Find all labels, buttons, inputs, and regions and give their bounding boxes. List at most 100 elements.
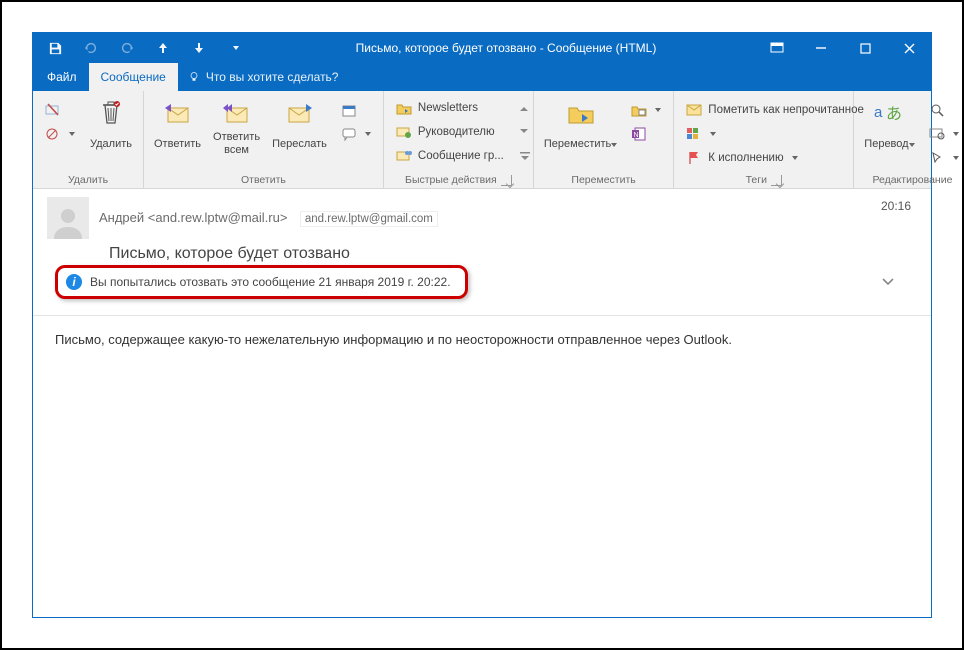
im-icon (341, 126, 357, 142)
envelope-closed-icon (686, 102, 702, 118)
svg-text:N: N (634, 132, 639, 139)
meeting-reply-button[interactable] (335, 99, 377, 121)
delete-icon (95, 97, 127, 129)
recall-info-bar: i Вы попытались отозвать это сообщение 2… (55, 265, 468, 299)
related-button[interactable] (923, 123, 964, 145)
group-tags: Пометить как непрочитанное К исполнению … (674, 91, 854, 188)
message-body: Письмо, содержащее какую-то нежелательну… (33, 316, 931, 617)
categorize-button[interactable] (680, 123, 870, 145)
group-respond-label: Ответить (150, 172, 377, 188)
ribbon-display-options-icon[interactable] (755, 33, 799, 63)
ribbon: Удалить Удалить Ответить Ответить всем (33, 91, 931, 189)
quick-steps-up[interactable] (514, 97, 536, 119)
group-editing-label: Редактирование (860, 172, 964, 188)
move-button[interactable]: Переместить (540, 95, 621, 157)
forward-label: Переслать (272, 131, 327, 157)
group-quick-steps: Newsletters Руководителю Сообщение гр...… (384, 91, 534, 188)
ignore-button[interactable] (39, 99, 81, 121)
quick-step-newsletters[interactable]: Newsletters (390, 97, 510, 119)
tab-message[interactable]: Сообщение (89, 63, 178, 91)
delete-label: Удалить (90, 131, 132, 157)
categorize-icon (686, 126, 702, 142)
reply-all-button[interactable]: Ответить всем (209, 95, 264, 157)
delete-button[interactable]: Удалить (85, 95, 137, 157)
titlebar: Письмо, которое будет отозвано - Сообщен… (33, 33, 931, 63)
prev-item-icon[interactable] (149, 34, 177, 62)
select-icon (929, 150, 945, 166)
recall-info-text: Вы попытались отозвать это сообщение 21 … (90, 275, 451, 289)
find-icon (929, 102, 945, 118)
message-body-text: Письмо, содержащее какую-то нежелательну… (55, 332, 732, 347)
to-manager-icon (396, 124, 412, 140)
forward-button[interactable]: Переслать (268, 95, 331, 157)
group-tags-label: Теги (680, 172, 847, 188)
reply-all-icon (221, 97, 253, 129)
redo-icon (113, 34, 141, 62)
group-delete-label: Удалить (39, 172, 137, 188)
translate-icon: aあ (873, 97, 905, 129)
tab-file[interactable]: Файл (33, 63, 89, 91)
quick-steps-down[interactable] (514, 121, 536, 143)
tell-me-search[interactable]: Что вы хотите сделать? (178, 63, 349, 91)
undo-icon (77, 34, 105, 62)
next-item-icon[interactable] (185, 34, 213, 62)
onenote-icon: N (631, 126, 647, 142)
group-quick-steps-label: Быстрые действия (390, 172, 527, 188)
group-delete: Удалить Удалить (33, 91, 144, 188)
subject-field: Письмо, которое будет отозвано (109, 245, 917, 263)
reply-all-label: Ответить всем (213, 131, 260, 157)
ignore-icon (45, 102, 61, 118)
translate-button[interactable]: aあ Перевод (860, 95, 918, 157)
to-field: and.rew.lptw@gmail.com (300, 211, 438, 227)
lightbulb-icon (188, 71, 200, 83)
group-move: Переместить N Переместить (534, 91, 674, 188)
svg-text:あ: あ (886, 105, 902, 123)
related-icon (929, 126, 945, 142)
more-respond-button[interactable] (335, 123, 377, 145)
maximize-button[interactable] (843, 33, 887, 63)
from-field: Андрей <and.rew.lptw@mail.ru> (99, 210, 287, 225)
svg-text:a: a (874, 104, 883, 121)
mark-unread-button[interactable]: Пометить как непрочитанное (680, 99, 870, 121)
move-icon (565, 97, 597, 129)
junk-button[interactable] (39, 123, 81, 145)
close-button[interactable] (887, 33, 931, 63)
find-button[interactable] (923, 99, 964, 121)
quick-steps-launcher-icon[interactable] (501, 175, 512, 186)
quick-steps-more[interactable] (514, 145, 536, 167)
translate-label: Перевод (864, 138, 908, 151)
reply-label: Ответить (154, 131, 201, 157)
header-collapse-icon[interactable] (881, 277, 895, 287)
forward-icon (283, 97, 315, 129)
qat-customize-icon[interactable] (221, 34, 249, 62)
info-icon: i (66, 274, 82, 290)
message-header: Андрей <and.rew.lptw@mail.ru> and.rew.lp… (33, 189, 931, 305)
quick-step-team-email[interactable]: Сообщение гр... (390, 145, 510, 167)
follow-up-button[interactable]: К исполнению (680, 147, 870, 169)
minimize-button[interactable] (799, 33, 843, 63)
received-time: 20:16 (881, 199, 911, 213)
quick-step-manager[interactable]: Руководителю (390, 121, 510, 143)
junk-icon (45, 126, 61, 142)
tell-me-label: Что вы хотите сделать? (206, 70, 339, 84)
save-icon[interactable] (41, 34, 69, 62)
ribbon-tabs: Файл Сообщение Что вы хотите сделать? (33, 63, 931, 91)
move-label: Переместить (544, 138, 611, 151)
folder-move-icon (396, 100, 412, 116)
tags-launcher-icon[interactable] (771, 175, 782, 186)
window-controls (755, 33, 931, 63)
onenote-button[interactable]: N (625, 123, 667, 145)
sender-avatar (47, 197, 89, 239)
select-button[interactable] (923, 147, 964, 169)
quick-access-toolbar (33, 34, 257, 62)
window-title: Письмо, которое будет отозвано - Сообщен… (257, 41, 755, 55)
group-respond: Ответить Ответить всем Переслать (144, 91, 384, 188)
group-editing: aあ Перевод Редактирование (854, 91, 964, 188)
reply-icon (162, 97, 194, 129)
reply-button[interactable]: Ответить (150, 95, 205, 157)
meeting-icon (341, 102, 357, 118)
flag-icon (686, 150, 702, 166)
team-email-icon (396, 148, 412, 164)
rules-icon (631, 102, 647, 118)
rules-button[interactable] (625, 99, 667, 121)
